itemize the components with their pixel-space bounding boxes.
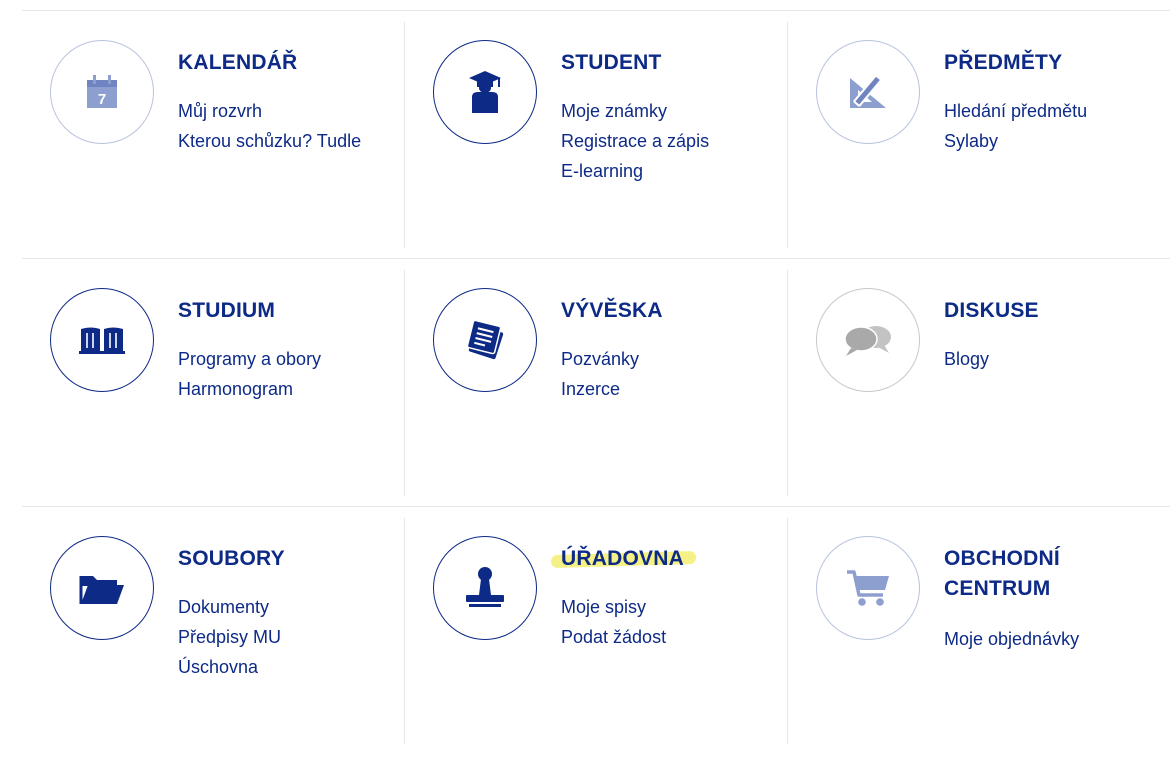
student-icon bbox=[469, 71, 501, 113]
tile-links: Moje známky Registrace a zápis E-learnin… bbox=[561, 96, 709, 186]
tile-links: Blogy bbox=[944, 344, 989, 374]
student-icon-circle[interactable] bbox=[433, 40, 537, 144]
chat-bubbles-icon bbox=[844, 326, 891, 356]
link-registrace-a-zapis[interactable]: Registrace a zápis bbox=[561, 131, 709, 151]
link-hledani-predmetu[interactable]: Hledání předmětu bbox=[944, 101, 1087, 121]
tile-title[interactable]: ÚŘADOVNA bbox=[561, 544, 771, 574]
tile-student: STUDENT Moje známky Registrace a zápis E… bbox=[405, 20, 788, 267]
link-sylaby[interactable]: Sylaby bbox=[944, 131, 998, 151]
tile-title[interactable]: STUDIUM bbox=[178, 296, 388, 326]
ruler-pencil-icon bbox=[850, 74, 886, 108]
link-moje-znamky[interactable]: Moje známky bbox=[561, 101, 667, 121]
link-pozvanky[interactable]: Pozvánky bbox=[561, 349, 639, 369]
link-predpisy-mu[interactable]: Předpisy MU bbox=[178, 627, 281, 647]
tile-links: Moje spisy Podat žádost bbox=[561, 592, 666, 652]
tile-title[interactable]: OBCHODNÍ CENTRUM bbox=[944, 544, 1154, 604]
link-inzerce[interactable]: Inzerce bbox=[561, 379, 620, 399]
link-dokumenty[interactable]: Dokumenty bbox=[178, 597, 269, 617]
tile-title[interactable]: KALENDÁŘ bbox=[178, 48, 388, 78]
book-icon-circle[interactable] bbox=[50, 288, 154, 392]
tile-links: Pozvánky Inzerce bbox=[561, 344, 639, 404]
link-harmonogram[interactable]: Harmonogram bbox=[178, 379, 293, 399]
grid-divider-top bbox=[22, 10, 1170, 11]
link-moje-objednavky[interactable]: Moje objednávky bbox=[944, 629, 1079, 649]
tile-studium: STUDIUM Programy a obory Harmonogram bbox=[22, 268, 405, 515]
notes-icon bbox=[466, 319, 504, 360]
link-e-learning[interactable]: E-learning bbox=[561, 161, 643, 181]
tile-links: Moje objednávky bbox=[944, 624, 1079, 654]
tile-links: Dokumenty Předpisy MU Úschovna bbox=[178, 592, 281, 682]
tile-title[interactable]: VÝVĚSKA bbox=[561, 296, 771, 326]
link-programy-a-obory[interactable]: Programy a obory bbox=[178, 349, 321, 369]
tile-kalendar: 7 KALENDÁŘ Můj rozvrh Kterou schůzku? Tu… bbox=[22, 20, 405, 267]
stamp-icon-circle[interactable] bbox=[433, 536, 537, 640]
tile-predmety: PŘEDMĚTY Hledání předmětu Sylaby bbox=[788, 20, 1170, 267]
tile-links: Hledání předmětu Sylaby bbox=[944, 96, 1087, 156]
tile-title[interactable]: PŘEDMĚTY bbox=[944, 48, 1154, 78]
folder-icon-circle[interactable] bbox=[50, 536, 154, 640]
tile-links: Programy a obory Harmonogram bbox=[178, 344, 321, 404]
book-icon bbox=[79, 327, 125, 354]
calendar-icon: 7 bbox=[87, 75, 117, 108]
link-uschovna[interactable]: Úschovna bbox=[178, 657, 258, 677]
tile-title[interactable]: SOUBORY bbox=[178, 544, 388, 574]
tile-obchodni-centrum: OBCHODNÍ CENTRUM Moje objednávky bbox=[788, 516, 1170, 763]
link-podat-zadost[interactable]: Podat žádost bbox=[561, 627, 666, 647]
tile-title[interactable]: STUDENT bbox=[561, 48, 771, 78]
chat-bubbles-icon-circle[interactable] bbox=[816, 288, 920, 392]
svg-text:7: 7 bbox=[98, 91, 106, 108]
shopping-cart-icon-circle[interactable] bbox=[816, 536, 920, 640]
link-muj-rozvrh[interactable]: Můj rozvrh bbox=[178, 101, 262, 121]
tile-vyveska: VÝVĚSKA Pozvánky Inzerce bbox=[405, 268, 788, 515]
stamp-icon bbox=[466, 567, 504, 607]
tile-uradovna: ÚŘADOVNA Moje spisy Podat žádost bbox=[405, 516, 788, 763]
tile-soubory: SOUBORY Dokumenty Předpisy MU Úschovna bbox=[22, 516, 405, 763]
tile-links: Můj rozvrh Kterou schůzku? Tudle bbox=[178, 96, 361, 156]
shopping-cart-icon bbox=[847, 570, 889, 606]
link-kterou-schuzku[interactable]: Kterou schůzku? Tudle bbox=[178, 131, 361, 151]
link-moje-spisy[interactable]: Moje spisy bbox=[561, 597, 646, 617]
tile-diskuse: DISKUSE Blogy bbox=[788, 268, 1170, 515]
calendar-icon-circle[interactable]: 7 bbox=[50, 40, 154, 144]
folder-icon bbox=[79, 576, 124, 604]
notes-icon-circle[interactable] bbox=[433, 288, 537, 392]
highlighted-title: ÚŘADOVNA bbox=[561, 544, 684, 574]
ruler-pencil-icon-circle[interactable] bbox=[816, 40, 920, 144]
tile-title[interactable]: DISKUSE bbox=[944, 296, 1154, 326]
link-blogy[interactable]: Blogy bbox=[944, 349, 989, 369]
